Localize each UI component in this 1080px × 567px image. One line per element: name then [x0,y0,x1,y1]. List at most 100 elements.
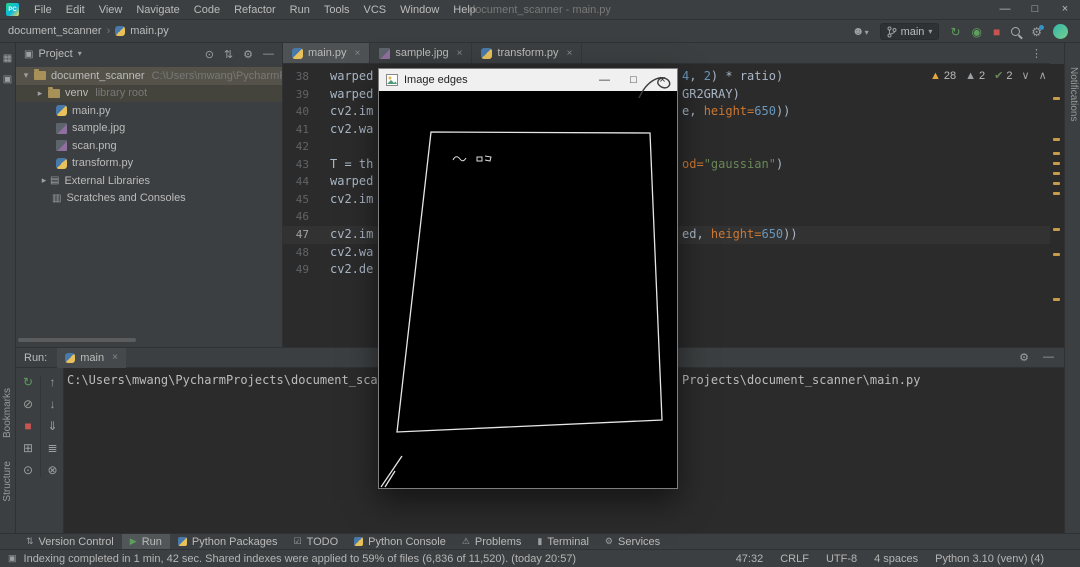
tree-item-document-scanner[interactable]: ▾ document_scanner C:\Users\mwang\Pychar… [16,67,282,85]
toolbar-services[interactable]: ⚙ Services [597,534,668,549]
locate-file-icon[interactable]: ⊙ [205,48,214,61]
toolbar-python-console[interactable]: Python Console [346,534,454,549]
tree-item-venv[interactable]: ▸ venv library root [16,84,282,102]
git-branch-widget[interactable]: main ▾ [879,23,940,40]
notifications-stripe-button[interactable]: Notifications [1068,67,1079,121]
run-settings-icon[interactable]: ⚙ [1019,351,1029,364]
pin-icon[interactable]: ⊙ [23,464,33,477]
commit-stripe-icon[interactable]: ▣ [0,74,15,85]
tab-sample-jpg[interactable]: sample.jpg × [370,43,473,63]
debug-icon[interactable]: ◉ [972,26,982,38]
menu-window[interactable]: Window [393,0,446,20]
stop-icon[interactable]: ■ [24,420,31,433]
update-project-icon[interactable]: ↻ [950,26,960,38]
up-stack-trace-icon[interactable]: ↑ [50,376,56,389]
status-message: Indexing completed in 1 min, 42 sec. Sha… [23,552,577,565]
caret-position[interactable]: 47:32 [736,553,764,565]
hide-panel-icon[interactable]: — [263,48,274,61]
image-window-titlebar[interactable]: Image edges — □ × [379,69,677,99]
problems-icon: ⚠ [461,536,470,546]
prev-problem-icon[interactable]: ∧ [1039,69,1047,82]
menu-tools[interactable]: Tools [317,0,357,20]
run-config-icon[interactable]: ⊘ [23,398,33,411]
maximize-icon[interactable]: □ [1020,0,1050,19]
chevron-right-icon[interactable]: ▸ [34,88,46,99]
tab-main-py[interactable]: main.py × [283,43,371,63]
collapse-all-icon[interactable]: ⇅ [224,48,233,61]
breadcrumb-file[interactable]: main.py [130,25,169,37]
soft-wrap-icon[interactable]: ≣ [47,442,57,455]
chevron-right-icon[interactable]: ▸ [38,175,50,186]
warnings-count[interactable]: ▲ 28 [930,70,956,82]
minimize-icon[interactable]: — [590,69,619,91]
bookmarks-stripe-button[interactable]: Bookmarks [2,388,13,438]
left-tool-stripe: ▦ ▣ Bookmarks Structure [0,43,16,533]
line-separator[interactable]: CRLF [780,553,809,565]
project-panel-title[interactable]: Project [38,48,72,60]
next-problem-icon[interactable]: ∨ [1022,69,1030,82]
scroll-to-end-icon[interactable]: ⇓ [47,420,57,433]
tree-item-scan-png[interactable]: scan.png [16,137,282,155]
inspections-widget[interactable]: ▲ 28 ▲ 2 ✔ 2 ∨ ∧ [930,69,1047,83]
menu-view[interactable]: View [92,0,130,20]
chevron-down-icon[interactable]: ▾ [78,50,82,58]
run-tab-main[interactable]: main × [57,347,126,368]
menu-navigate[interactable]: Navigate [129,0,186,20]
project-tree: ▾ document_scanner C:\Users\mwang\Pychar… [16,67,282,207]
hide-panel-icon[interactable]: — [1043,351,1054,364]
breadcrumb-project[interactable]: document_scanner [8,25,102,37]
error-stripe[interactable] [1050,64,1064,347]
close-icon[interactable]: × [648,69,677,91]
tree-item-external-libraries[interactable]: ▸ ▤ External Libraries [16,172,282,190]
menu-code[interactable]: Code [187,0,227,20]
close-icon[interactable]: × [1050,0,1080,19]
close-tab-icon[interactable]: × [355,48,361,59]
tree-item-transform-py[interactable]: transform.py [16,155,282,173]
python-interpreter[interactable]: Python 3.10 (venv) (4) [935,553,1044,565]
close-tab-icon[interactable]: × [457,48,463,59]
menu-file[interactable]: File [27,0,59,20]
tab-transform-py[interactable]: transform.py × [472,43,583,63]
toolbar-todo[interactable]: ☑ TODO [286,534,347,549]
restore-layout-icon[interactable]: ⊞ [23,442,33,455]
clear-console-icon[interactable]: ⊗ [47,464,57,477]
weak-warnings-count[interactable]: ▲ 2 [965,70,985,82]
toolbar-run[interactable]: ▶ Run [121,534,170,549]
python-file-icon [65,352,76,363]
menu-refactor[interactable]: Refactor [227,0,283,20]
toolbar-problems[interactable]: ⚠ Problems [454,534,530,549]
line-number: 47 [295,228,309,241]
close-tab-icon[interactable]: × [567,48,573,59]
menu-run[interactable]: Run [283,0,317,20]
down-stack-trace-icon[interactable]: ↓ [50,398,56,411]
panel-settings-icon[interactable]: ⚙ [243,48,253,61]
toolbar-python-packages[interactable]: Python Packages [170,534,286,549]
horizontal-scrollbar[interactable] [18,338,136,342]
search-icon[interactable] [1011,27,1021,36]
toolbar-terminal[interactable]: ▮ Terminal [529,534,597,549]
minimize-icon[interactable]: — [990,0,1020,19]
tree-item-scratches[interactable]: ▥ Scratches and Consoles [16,190,282,208]
chevron-down-icon[interactable]: ▾ [20,70,32,81]
image-edges-window[interactable]: Image edges — □ × [378,68,678,489]
indent-setting[interactable]: 4 spaces [874,553,918,565]
avatar[interactable] [1053,24,1068,39]
menu-vcs[interactable]: VCS [357,0,394,20]
run-toolbar: ↻ ⊘ ■ ⊞ ⊙ ↑ ↓ ⇓ ≣ ⊗ [16,368,64,533]
structure-stripe-button[interactable]: Structure [2,461,13,502]
line-number: 48 [295,246,309,259]
file-encoding[interactable]: UTF-8 [826,553,857,565]
tree-item-main-py[interactable]: main.py [16,102,282,120]
rerun-icon[interactable]: ↻ [23,376,33,389]
passed-count[interactable]: ✔ 2 [994,69,1012,83]
collab-user-icon[interactable]: ☻▾ [852,25,869,38]
menu-edit[interactable]: Edit [59,0,92,20]
gear-icon[interactable]: ⚙ [1031,24,1044,38]
toolbar-version-control[interactable]: ⇅ Version Control [18,534,122,549]
maximize-icon[interactable]: □ [619,69,648,91]
project-stripe-icon[interactable]: ▦ [0,53,15,64]
tree-item-sample-jpg[interactable]: sample.jpg [16,120,282,138]
close-tab-icon[interactable]: × [112,352,118,363]
tab-options-kebab-icon[interactable]: ⋮ [1031,47,1042,60]
stop-icon[interactable]: ■ [993,26,1000,38]
